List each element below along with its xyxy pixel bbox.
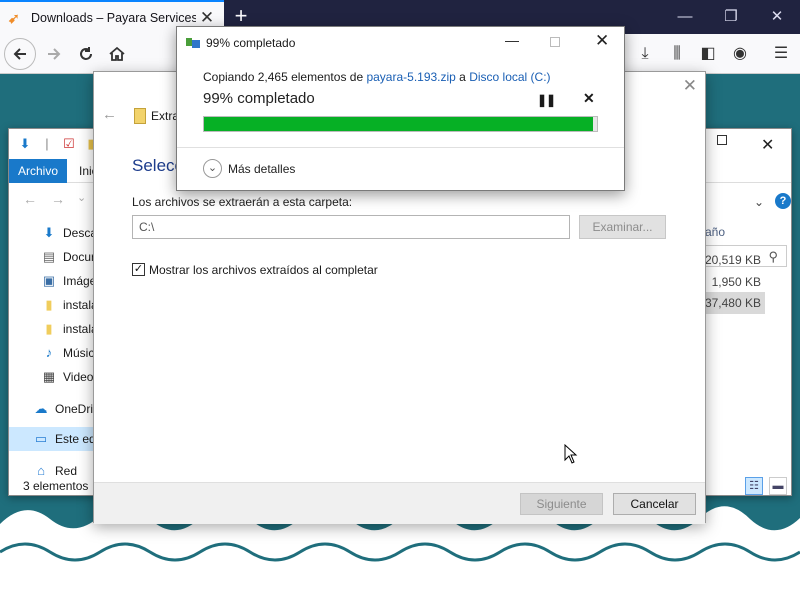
forward-arrow-icon xyxy=(48,48,61,60)
payara-fish-icon: ➹ xyxy=(8,10,20,26)
next-button[interactable]: Siguiente xyxy=(520,493,603,515)
more-details-toggle[interactable]: Más detalles xyxy=(228,162,295,176)
account-icon[interactable]: ◉ xyxy=(728,42,752,66)
zip-folder-icon xyxy=(134,108,146,124)
progress-bar xyxy=(203,116,598,132)
download-icon: ⬇ xyxy=(43,225,55,240)
destination-path-input[interactable]: C:\ xyxy=(132,215,570,239)
maximize-icon[interactable] xyxy=(717,135,727,145)
properties-icon[interactable]: ☑ xyxy=(61,136,77,152)
ribbon-file-tab[interactable]: Archivo xyxy=(9,159,67,183)
sidebar-item-label: Músic xyxy=(63,346,95,360)
file-size-cell: 37,480 KB xyxy=(699,292,765,314)
destination-link[interactable]: Disco local (C:) xyxy=(469,70,550,84)
explorer-forward-icon[interactable]: → xyxy=(51,191,65,207)
copying-status: Copiando 2,465 elementos de payara-5.193… xyxy=(203,70,551,84)
cloud-icon: ☁ xyxy=(34,401,48,416)
percent-complete: 99% completado xyxy=(203,90,315,107)
reload-button[interactable] xyxy=(70,38,102,70)
browse-button[interactable]: Examinar... xyxy=(579,215,666,239)
progress-minimize-icon[interactable]: — xyxy=(505,32,519,48)
stop-icon[interactable]: ✕ xyxy=(583,90,595,107)
library-icon[interactable]: ⫼ xyxy=(665,42,689,66)
wizard-close-icon[interactable]: ✕ xyxy=(683,76,697,96)
minimize-icon[interactable]: — xyxy=(662,0,708,34)
show-files-checkbox[interactable]: ✓ xyxy=(132,263,145,276)
explorer-close-icon[interactable]: ✕ xyxy=(761,135,774,155)
wizard-back-icon[interactable]: ← xyxy=(102,106,117,123)
sidebar-item-label: Imáge xyxy=(63,274,97,288)
recent-dropdown-icon[interactable]: ⌄ xyxy=(77,191,86,204)
mouse-cursor-icon xyxy=(564,444,578,464)
document-icon: ▤ xyxy=(42,249,56,264)
status-bar-count: 3 elementos xyxy=(23,479,89,493)
source-link[interactable]: payara-5.193.zip xyxy=(366,70,455,84)
image-icon: ▣ xyxy=(42,273,56,288)
explorer-back-icon[interactable]: ← xyxy=(23,191,37,207)
copying-prefix: Copiando 2,465 elementos de xyxy=(203,70,367,84)
reload-icon xyxy=(80,47,92,60)
download-arrow-icon[interactable]: ⬇ xyxy=(17,136,33,152)
sidebar-item-label: Desca xyxy=(63,226,98,240)
details-view-icon[interactable]: ☷ xyxy=(745,477,763,495)
restore-icon[interactable]: ❐ xyxy=(708,0,754,34)
copy-icon xyxy=(186,38,200,48)
downloads-icon[interactable]: ⤓ xyxy=(633,42,657,66)
progress-maximize-icon xyxy=(550,37,560,47)
forward-button[interactable] xyxy=(38,38,70,70)
tab-title: Downloads – Payara Services Lt xyxy=(31,11,196,25)
back-button[interactable] xyxy=(4,38,36,70)
progress-close-icon[interactable]: ✕ xyxy=(595,31,609,51)
close-window-icon[interactable]: ✕ xyxy=(754,0,800,34)
divider xyxy=(177,147,624,148)
network-icon: ⌂ xyxy=(37,463,45,478)
menu-icon[interactable]: ☰ xyxy=(769,42,793,66)
video-icon: ▦ xyxy=(42,369,56,384)
folder-icon: ▮ xyxy=(45,297,53,312)
copy-progress-dialog: 99% completado — ✕ Copiando 2,465 elemen… xyxy=(176,26,625,191)
large-icons-view-icon[interactable]: ▬ xyxy=(769,477,787,495)
file-size-cell: 1,950 KB xyxy=(711,275,761,289)
progress-bar-fill xyxy=(204,117,594,131)
home-button[interactable] xyxy=(101,38,133,70)
divider: | xyxy=(45,136,49,151)
progress-title: 99% completado xyxy=(206,36,296,50)
sidebar-item-label: Docur xyxy=(63,250,96,264)
file-size-cell: 20,519 KB xyxy=(704,253,761,267)
column-header-size[interactable]: año xyxy=(705,225,725,239)
wizard-footer: Siguiente Cancelar xyxy=(94,482,705,524)
chevron-down-icon[interactable]: ⌄ xyxy=(203,159,222,178)
pause-icon[interactable]: ❚❚ xyxy=(537,93,556,107)
music-icon: ♪ xyxy=(45,345,53,360)
sidebar-item-label: Red xyxy=(55,464,78,478)
folder-icon: ▮ xyxy=(45,321,53,336)
back-arrow-icon xyxy=(13,48,26,60)
home-icon xyxy=(109,46,125,61)
sidebar-icon[interactable]: ◧ xyxy=(696,42,720,66)
search-icon: ⚲ xyxy=(768,249,778,264)
destination-label: Los archivos se extraerán a esta carpeta… xyxy=(132,195,353,209)
wizard-title: Extra xyxy=(151,109,180,123)
cancel-button[interactable]: Cancelar xyxy=(613,493,696,515)
computer-icon: ▭ xyxy=(34,431,48,446)
copying-mid: a xyxy=(455,70,470,84)
show-files-label[interactable]: Mostrar los archivos extraídos al comple… xyxy=(149,263,378,277)
